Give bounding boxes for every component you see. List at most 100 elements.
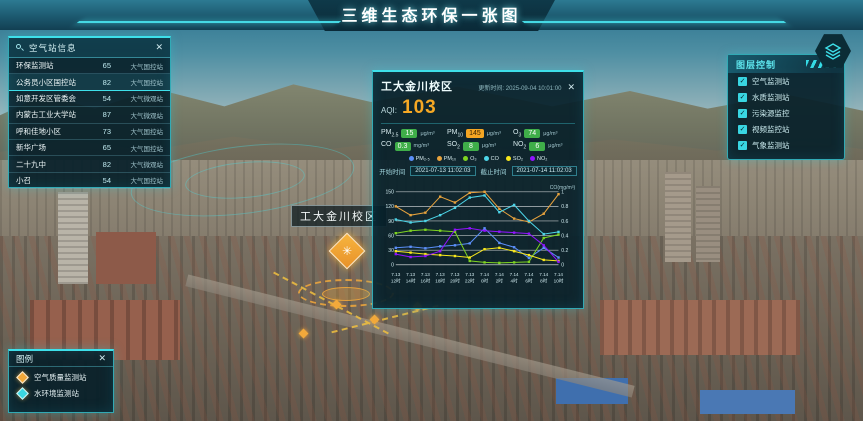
layer-item[interactable]: ✓ 污染源监控 — [728, 105, 844, 121]
svg-text:0.8: 0.8 — [561, 204, 568, 210]
pollutant-value-badge: 15 — [401, 129, 417, 138]
app-stage: 工大金川校区 ✳ 三维生态环保一张图 空气站信息 ✕ 环保监测站 65 大气国控… — [0, 0, 863, 421]
svg-text:7.1322时: 7.1322时 — [465, 272, 475, 283]
pollutant-value-badge: 74 — [524, 129, 540, 138]
end-time-input[interactable]: 2021-07-14 11:02:03 — [512, 166, 577, 176]
layer-label: 视频监控站 — [752, 124, 790, 135]
pollutant-label: O3 — [513, 129, 521, 138]
layers-icon — [823, 41, 843, 61]
series-label: PM₂.₅ — [416, 156, 430, 162]
building-block — [665, 172, 691, 262]
pollutant-label: SO2 — [447, 141, 460, 150]
station-row[interactable]: 环保监测站 65 大气国控站 — [9, 58, 170, 74]
pollutant-unit: μg/m³ — [487, 131, 501, 137]
chart-legend-item[interactable]: SO₂ — [506, 156, 523, 162]
pollutant-no2: NO2 6 μg/m³ — [513, 141, 575, 150]
pollutant-unit: mg/m³ — [414, 143, 430, 149]
svg-text:0: 0 — [391, 262, 394, 268]
svg-text:7.1314时: 7.1314时 — [406, 272, 416, 283]
station-type: 大气微观站 — [111, 110, 163, 120]
layer-item[interactable]: ✓ 视频监控站 — [728, 121, 844, 137]
legend-item-label: 空气质量监测站 — [34, 372, 87, 383]
svg-text:90: 90 — [388, 219, 394, 225]
start-time-label: 开始时间 — [379, 166, 405, 176]
station-type: 大气国控站 — [111, 143, 163, 153]
start-time-input[interactable]: 2021-07-13 11:02:03 — [410, 166, 475, 176]
svg-text:0: 0 — [561, 262, 564, 268]
chart-legend-item[interactable]: NO₂ — [530, 156, 547, 162]
pollutant-value-badge: 6 — [529, 142, 545, 151]
aqi-label: AQI: — [381, 106, 397, 115]
pollutant-pm10: PM10 145 μg/m³ — [447, 129, 509, 138]
legend-item: 空气质量监测站 — [9, 367, 113, 383]
station-type: 大气国控站 — [111, 126, 163, 136]
checkbox-checked[interactable]: ✓ — [738, 125, 747, 134]
pollutant-unit: μg/m³ — [420, 131, 434, 137]
header-accent-left — [77, 21, 341, 23]
svg-text:7.1320时: 7.1320时 — [450, 272, 460, 283]
air-station-marker-icon — [16, 371, 29, 384]
pollutant-value-badge: 0.3 — [395, 142, 411, 151]
station-name: 呼和佳地小区 — [16, 126, 89, 137]
chart-legend-item[interactable]: CO — [484, 156, 499, 162]
title-plate: 三维生态环保一张图 — [307, 0, 555, 31]
header-accent-right — [522, 21, 786, 23]
station-name: 如意开发区管委会 — [16, 93, 89, 104]
checkbox-checked[interactable]: ✓ — [738, 141, 747, 150]
close-icon[interactable]: ✕ — [567, 83, 575, 92]
station-aqi-value: 65 — [89, 61, 111, 70]
checkbox-checked[interactable]: ✓ — [738, 109, 747, 118]
svg-text:7.146时: 7.146时 — [524, 272, 533, 283]
layer-label: 气象监测站 — [752, 140, 790, 151]
series-label: O₃ — [470, 156, 477, 162]
station-panel-header: 空气站信息 ✕ — [9, 38, 170, 58]
checkbox-checked[interactable]: ✓ — [738, 93, 747, 102]
station-name: 公务员小区国控站 — [16, 77, 89, 88]
pollutant-o3: O3 74 μg/m³ — [513, 129, 575, 138]
station-row[interactable]: 新华广场 65 大气国控站 — [9, 140, 170, 156]
svg-text:0.2: 0.2 — [561, 248, 568, 254]
pollutant-co: CO 0.3 mg/m³ — [381, 141, 443, 150]
station-aqi-value: 82 — [89, 78, 111, 87]
close-icon[interactable]: ✕ — [98, 354, 106, 363]
pollutant-label: CO — [381, 141, 392, 150]
station-name: 环保监测站 — [16, 60, 89, 71]
svg-text:7.142时: 7.142时 — [495, 272, 504, 283]
svg-text:7.140时: 7.140时 — [480, 272, 489, 283]
search-icon[interactable] — [16, 44, 24, 52]
station-aqi-value: 54 — [89, 176, 111, 185]
station-aqi-value: 82 — [89, 160, 111, 169]
legend-item: 水环境监测站 — [9, 383, 113, 399]
layer-control-panel: 图层控制 ✓ 空气监测站 ✓ 水质监测站 ✓ 污染源监控 ✓ 视频监控站 ✓ 气… — [727, 54, 845, 160]
chart-legend-item[interactable]: PM₂.₅ — [409, 156, 430, 162]
station-row[interactable]: 内蒙古工业大学站 87 大气微观站 — [9, 107, 170, 123]
station-aqi-value: 65 — [89, 143, 111, 152]
svg-text:7.1316时: 7.1316时 — [421, 272, 431, 283]
chart-legend-item[interactable]: PM₁₀ — [437, 156, 456, 162]
layer-item[interactable]: ✓ 水质监测站 — [728, 89, 844, 105]
chart-legend-item[interactable]: O₃ — [463, 156, 477, 162]
station-row[interactable]: 二十九中 82 大气微观站 — [9, 156, 170, 172]
layer-item[interactable]: ✓ 气象监测站 — [728, 137, 844, 153]
svg-text:7.148时: 7.148时 — [539, 272, 548, 283]
pollutant-unit: μg/m³ — [548, 143, 562, 149]
station-type: 大气国控站 — [111, 77, 163, 87]
water-station-marker-icon — [16, 387, 29, 400]
svg-text:7.1410时: 7.1410时 — [554, 272, 564, 283]
station-type: 大气国控站 — [111, 175, 163, 185]
station-row[interactable]: 小召 54 大气国控站 — [9, 173, 170, 189]
station-row[interactable]: 如意开发区管委会 54 大气微观站 — [9, 91, 170, 107]
checkbox-checked[interactable]: ✓ — [738, 77, 747, 86]
station-row[interactable]: 呼和佳地小区 73 大气国控站 — [9, 124, 170, 140]
svg-text:60: 60 — [388, 233, 394, 239]
series-label: NO₂ — [537, 156, 547, 162]
layer-label: 污染源监控 — [752, 108, 790, 119]
building-block — [96, 232, 156, 284]
station-row[interactable]: 公务员小区国控站 82 大气国控站 — [9, 74, 170, 90]
station-detail-popup: 工大金川校区 更新时间: 2025-09-04 10:01:00 ✕ AQI: … — [372, 70, 584, 309]
station-panel-title: 空气站信息 — [29, 42, 155, 54]
station-type: 大气国控站 — [111, 61, 163, 71]
layer-item[interactable]: ✓ 空气监测站 — [728, 73, 844, 89]
svg-text:120: 120 — [385, 204, 394, 210]
close-icon[interactable]: ✕ — [155, 43, 163, 52]
